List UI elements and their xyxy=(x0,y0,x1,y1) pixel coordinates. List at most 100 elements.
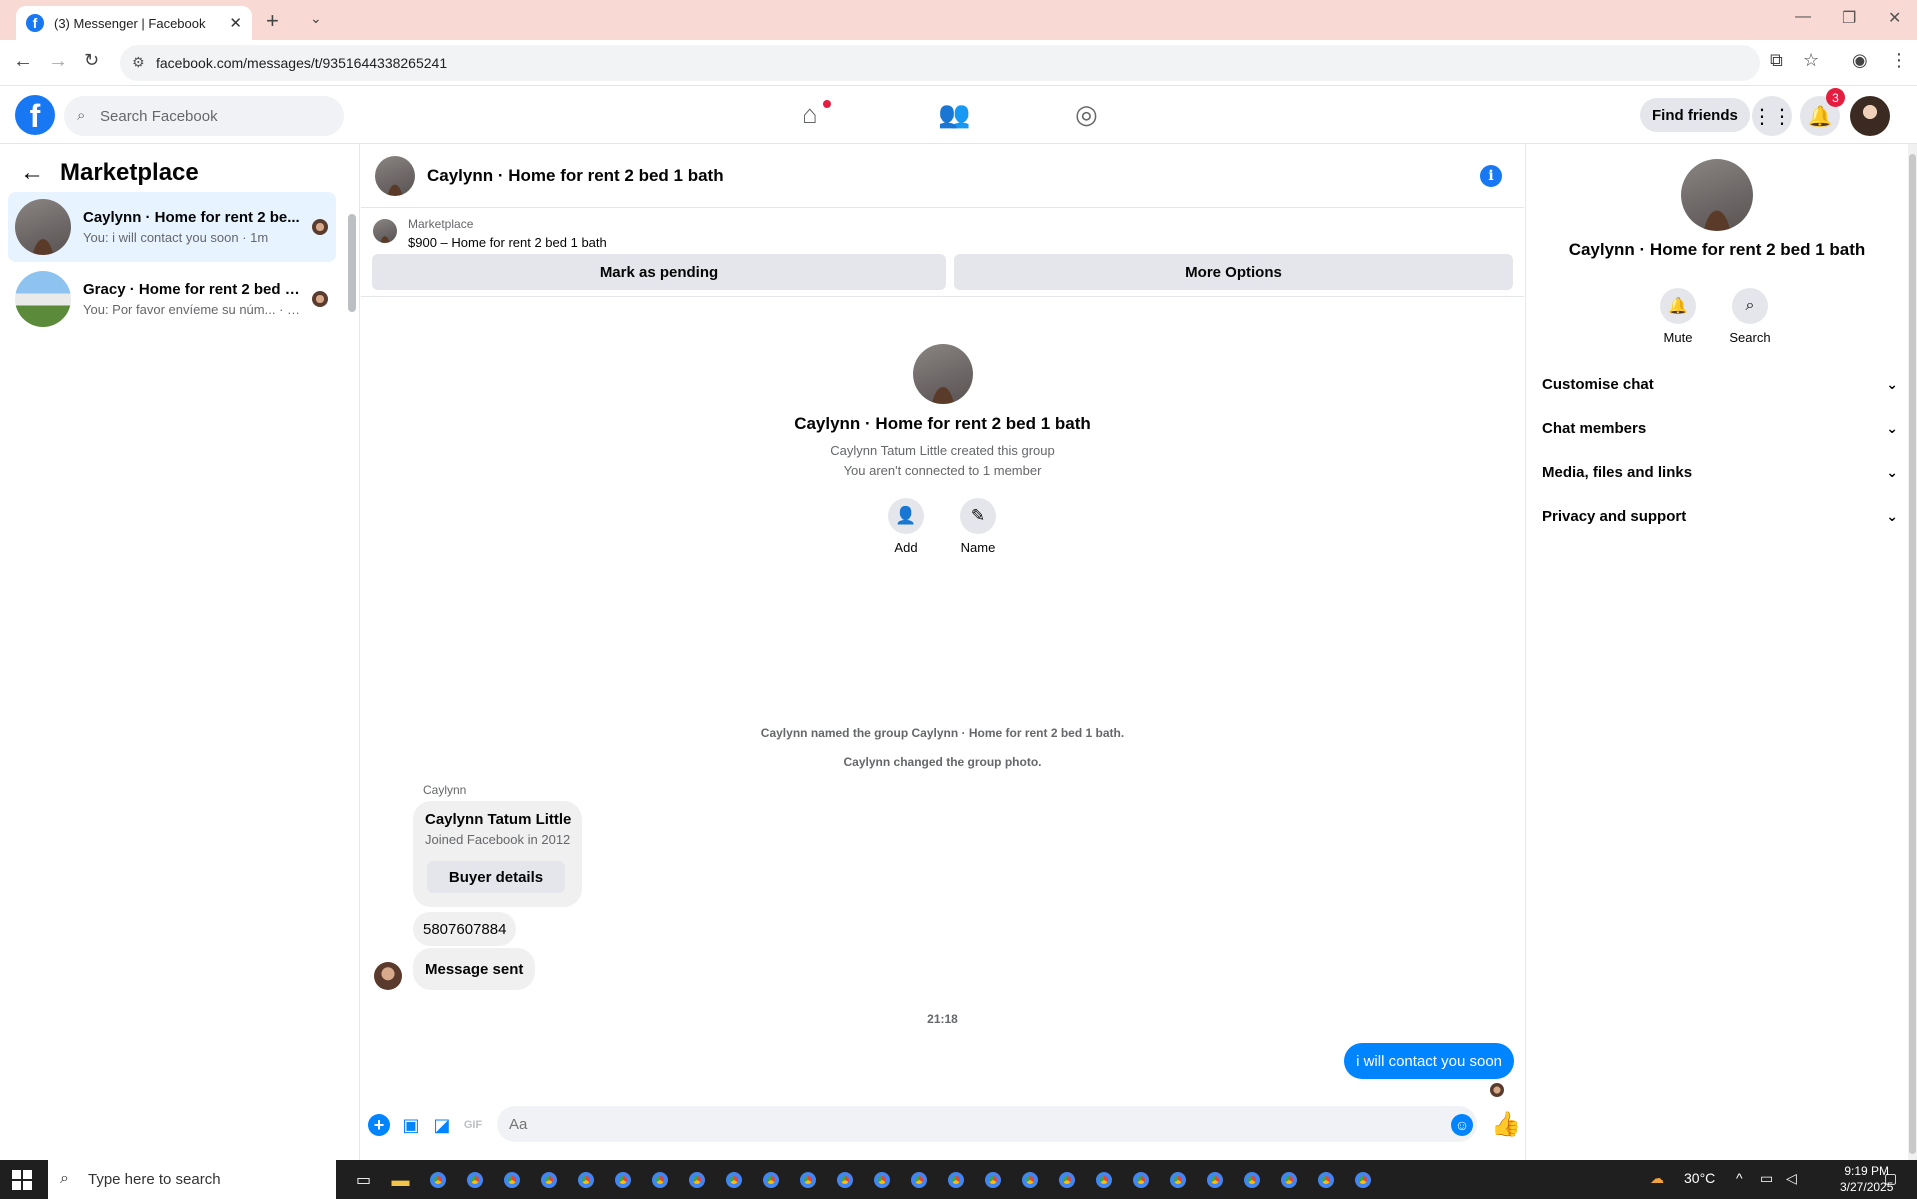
site-info-icon[interactable]: ⚙ xyxy=(132,54,145,71)
chrome-icon[interactable] xyxy=(1085,1166,1122,1194)
chrome-icon[interactable] xyxy=(974,1166,1011,1194)
chrome-icon[interactable] xyxy=(1122,1166,1159,1194)
chrome-icon[interactable] xyxy=(826,1166,863,1194)
message-bubble[interactable]: Message sent xyxy=(413,948,536,990)
menu-grid-icon[interactable]: ⋮⋮ xyxy=(1752,96,1792,136)
chrome-icon[interactable] xyxy=(1159,1166,1196,1194)
friends-icon[interactable]: 👥 xyxy=(938,99,970,130)
details-name: Caylynn · Home for rent 2 bed 1 bath xyxy=(1568,240,1866,259)
window-close-icon[interactable]: ✕ xyxy=(1888,8,1901,28)
chrome-icon[interactable] xyxy=(900,1166,937,1194)
media-files-links-section[interactable]: Media, files and links ⌄ xyxy=(1542,452,1898,492)
chrome-icon[interactable] xyxy=(937,1166,974,1194)
forward-icon[interactable]: → xyxy=(48,50,68,73)
groups-icon[interactable]: ◎ xyxy=(1075,99,1098,130)
page-scrollbar[interactable] xyxy=(1908,144,1917,1160)
chrome-icon[interactable] xyxy=(641,1166,678,1194)
privacy-support-section[interactable]: Privacy and support ⌄ xyxy=(1542,496,1898,536)
chrome-icon[interactable] xyxy=(678,1166,715,1194)
message-bubble[interactable]: 5807607884 xyxy=(413,912,517,946)
sender-avatar[interactable] xyxy=(374,962,402,990)
back-icon[interactable]: ← xyxy=(13,50,33,73)
search-action[interactable]: ⌕ Search xyxy=(1720,288,1780,345)
chrome-icon[interactable] xyxy=(1196,1166,1233,1194)
chrome-icon[interactable] xyxy=(1048,1166,1085,1194)
tab-search-chevron-icon[interactable]: ⌄ xyxy=(310,10,322,27)
file-explorer-icon[interactable]: ▬ xyxy=(382,1166,419,1194)
chrome-icon[interactable] xyxy=(1233,1166,1270,1194)
conversation-name: Gracy · Home for rent 2 bed 1 ... xyxy=(83,281,303,298)
home-icon[interactable]: ⌂ xyxy=(802,99,818,130)
tray-chevron-icon[interactable]: ^ xyxy=(1736,1170,1743,1186)
weather-temperature[interactable]: 30°C xyxy=(1684,1170,1715,1186)
chrome-icon[interactable] xyxy=(863,1166,900,1194)
name-label: Name xyxy=(960,540,996,555)
chrome-icon[interactable] xyxy=(1307,1166,1344,1194)
gif-icon[interactable]: GIF xyxy=(462,1114,484,1136)
task-view-icon[interactable]: ▭ xyxy=(345,1166,382,1194)
conversation-item[interactable]: Caylynn · Home for rent 2 be... You: i w… xyxy=(8,192,336,262)
list-scrollbar[interactable] xyxy=(348,196,356,316)
network-icon[interactable]: ▭ xyxy=(1760,1170,1773,1187)
my-message-bubble[interactable]: i will contact you soon xyxy=(1344,1043,1514,1079)
mark-as-pending-button[interactable]: Mark as pending xyxy=(372,254,946,290)
emoji-icon[interactable]: ☺ xyxy=(1451,1114,1473,1136)
thumbs-up-icon[interactable]: 👍 xyxy=(1491,1110,1521,1139)
install-app-icon[interactable]: ⧉ xyxy=(1770,50,1783,71)
browser-menu-icon[interactable]: ⋮ xyxy=(1890,50,1908,71)
new-tab-icon[interactable]: + xyxy=(266,8,279,34)
message-input[interactable] xyxy=(497,1106,1477,1142)
customise-chat-section[interactable]: Customise chat ⌄ xyxy=(1542,364,1898,404)
add-member-action[interactable]: 👤 Add xyxy=(876,498,936,555)
buyer-profile-card: Caylynn Tatum Little Joined Facebook in … xyxy=(413,801,582,907)
chrome-icon[interactable] xyxy=(567,1166,604,1194)
find-friends-button[interactable]: Find friends xyxy=(1640,98,1750,132)
chrome-icon[interactable] xyxy=(789,1166,826,1194)
chrome-icon[interactable] xyxy=(1270,1166,1307,1194)
restore-icon[interactable]: ❐ xyxy=(1842,8,1856,28)
photo-icon[interactable]: ▣ xyxy=(400,1114,422,1136)
notification-center-icon[interactable]: ▢ xyxy=(1884,1170,1897,1187)
conversation-preview: You: i will contact you soon · 1m xyxy=(83,230,269,245)
chrome-icon[interactable] xyxy=(1011,1166,1048,1194)
volume-icon[interactable]: ◁ xyxy=(1786,1170,1797,1187)
listing-title[interactable]: $900 – Home for rent 2 bed 1 bath xyxy=(408,235,607,250)
app-icon[interactable] xyxy=(419,1166,456,1194)
reload-icon[interactable]: ↻ xyxy=(84,50,99,71)
bookmark-star-icon[interactable]: ☆ xyxy=(1803,50,1819,71)
chrome-icon[interactable] xyxy=(604,1166,641,1194)
chat-title[interactable]: Caylynn · Home for rent 2 bed 1 bath xyxy=(427,166,724,186)
minimize-icon[interactable]: — xyxy=(1795,8,1811,26)
conversation-item[interactable]: Gracy · Home for rent 2 bed 1 ... You: P… xyxy=(8,264,336,334)
chrome-icon[interactable] xyxy=(715,1166,752,1194)
chrome-icon[interactable] xyxy=(493,1166,530,1194)
more-options-button[interactable]: More Options xyxy=(954,254,1513,290)
taskbar-search[interactable]: ⌕ Type here to search xyxy=(48,1160,336,1199)
mute-action[interactable]: 🔔 Mute xyxy=(1648,288,1708,345)
facebook-header: f ⌕ Search Facebook ⌂ 👥 ◎ Find friends ⋮… xyxy=(0,86,1917,144)
account-avatar[interactable] xyxy=(1850,96,1890,136)
chrome-icon[interactable] xyxy=(530,1166,567,1194)
windows-start-icon[interactable] xyxy=(12,1170,32,1190)
facebook-logo-icon[interactable]: f xyxy=(15,95,55,135)
chrome-icon[interactable] xyxy=(752,1166,789,1194)
browser-tab[interactable]: f (3) Messenger | Facebook ✕ xyxy=(16,6,252,40)
chat-avatar[interactable] xyxy=(375,155,415,196)
close-tab-icon[interactable]: ✕ xyxy=(229,14,242,32)
back-arrow-icon[interactable]: ← xyxy=(20,159,44,187)
chrome-icon[interactable] xyxy=(456,1166,493,1194)
address-bar[interactable]: ⚙ facebook.com/messages/t/93516443382652… xyxy=(120,45,1760,81)
chat-panel: Caylynn · Home for rent 2 bed 1 bath i M… xyxy=(361,144,1524,1160)
info-icon[interactable]: i xyxy=(1480,165,1502,187)
search-icon: ⌕ xyxy=(60,1170,69,1187)
browser-profile-icon[interactable]: ◉ xyxy=(1852,50,1868,71)
chat-members-section[interactable]: Chat members ⌄ xyxy=(1542,408,1898,448)
sticker-icon[interactable]: ◪ xyxy=(431,1114,453,1136)
buyer-details-button[interactable]: Buyer details xyxy=(427,861,565,893)
chrome-icon[interactable] xyxy=(1344,1166,1381,1194)
facebook-search-box[interactable]: ⌕ Search Facebook xyxy=(64,96,344,136)
group-avatar xyxy=(912,344,973,404)
name-group-action[interactable]: ✎ Name xyxy=(948,498,1008,555)
weather-icon[interactable]: ☁ xyxy=(1650,1170,1664,1187)
plus-icon[interactable]: + xyxy=(368,1114,390,1136)
